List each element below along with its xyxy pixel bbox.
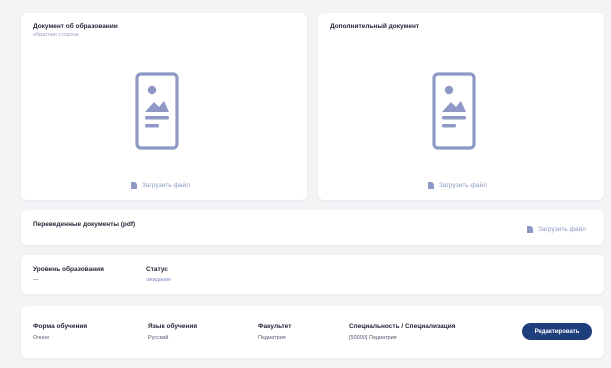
- education-level-value: —: [33, 277, 39, 283]
- study-language-value: Русский: [148, 335, 169, 341]
- translated-documents-title: Переведенные документы (pdf): [33, 221, 136, 228]
- faculty-value: Педиатрия: [258, 335, 286, 341]
- file-icon: [527, 226, 533, 233]
- status-label: Статус: [146, 266, 168, 273]
- upload-label: Загрузить файл: [538, 226, 586, 233]
- specialty-value: [50000] Педиатрия: [349, 335, 397, 341]
- education-level-card: Уровень образования — Статус ожидание: [21, 255, 604, 294]
- status-value: ожидание: [146, 277, 172, 283]
- upload-label: Загрузить файл: [439, 182, 487, 189]
- study-form-value: Очное: [33, 335, 50, 341]
- study-language-label: Язык обучения: [148, 323, 198, 330]
- translated-documents-card: Переведенные документы (pdf) Загрузить ф…: [21, 210, 604, 245]
- file-icon: [131, 182, 137, 189]
- education-document-title: Документ об образовании: [33, 23, 118, 30]
- translated-documents-upload-link[interactable]: Загрузить файл: [527, 226, 586, 233]
- study-info-card: Форма обучения Очное Язык обучения Русск…: [21, 306, 604, 358]
- education-document-upload-link[interactable]: Загрузить файл: [131, 182, 190, 189]
- education-document-card: Документ об образовании обратная сторона…: [21, 13, 307, 200]
- education-level-label: Уровень образования: [33, 266, 104, 273]
- additional-document-upload-link[interactable]: Загрузить файл: [428, 182, 487, 189]
- edit-button[interactable]: Редактировать: [522, 323, 592, 340]
- study-form-label: Форма обучения: [33, 323, 88, 330]
- education-document-subtitle: обратная сторона: [33, 32, 79, 38]
- file-icon: [428, 182, 434, 189]
- faculty-label: Факультет: [258, 323, 292, 330]
- additional-document-title: Дополнительный документ: [330, 23, 420, 30]
- image-document-icon[interactable]: [135, 72, 179, 150]
- image-document-icon[interactable]: [432, 72, 476, 150]
- specialty-label: Специальность / Специализация: [349, 323, 456, 330]
- upload-label: Загрузить файл: [142, 182, 190, 189]
- additional-document-card: Дополнительный документ Загрузить файл: [318, 13, 604, 200]
